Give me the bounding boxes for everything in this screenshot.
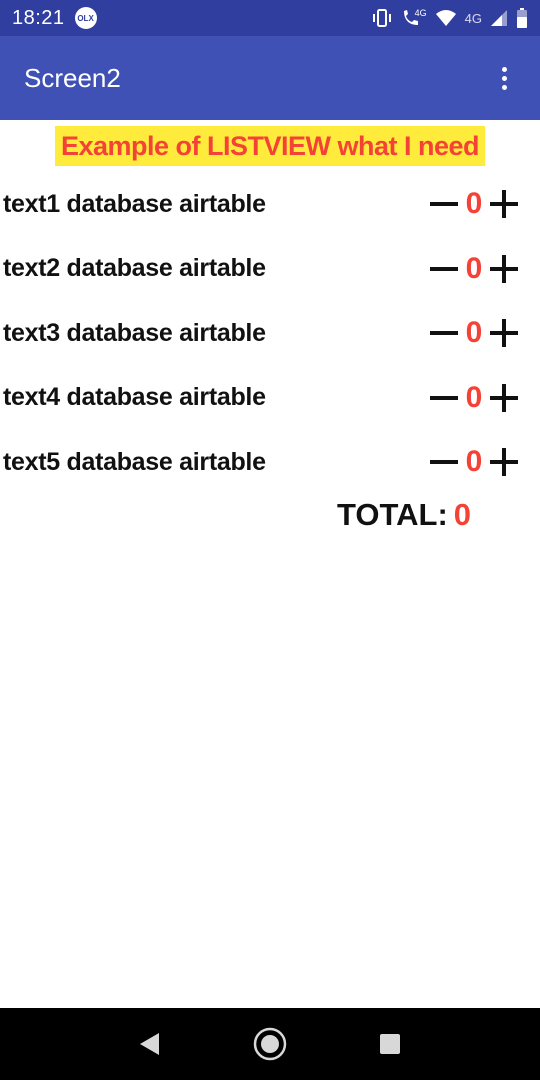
- battery-icon: [517, 8, 527, 28]
- item-label: text2 database airtable: [3, 254, 266, 283]
- minus-icon[interactable]: [426, 315, 462, 351]
- plus-icon[interactable]: [486, 315, 522, 351]
- back-icon[interactable]: [126, 1020, 174, 1068]
- list-item: text1 database airtable 0: [0, 172, 540, 237]
- item-label: text5 database airtable: [3, 447, 266, 476]
- quantity-value: 0: [465, 445, 483, 479]
- overflow-menu-icon[interactable]: [492, 58, 516, 98]
- item-label: text4 database airtable: [3, 383, 266, 412]
- quantity-value: 0: [465, 380, 483, 414]
- minus-icon[interactable]: [426, 186, 462, 222]
- app-bar: Screen2: [0, 36, 540, 120]
- total-label: TOTAL:: [337, 496, 448, 532]
- status-icons: 4G 4G: [371, 8, 528, 28]
- status-bar: 18:21 OLX 4G 4G: [0, 0, 540, 36]
- total-row: TOTAL: 0: [0, 489, 540, 541]
- app-title: Screen2: [24, 62, 121, 93]
- item-list: text1 database airtable 0 text2 database…: [0, 172, 540, 495]
- minus-icon[interactable]: [426, 251, 462, 287]
- plus-icon[interactable]: [486, 251, 522, 287]
- network-type-label: 4G: [464, 10, 482, 26]
- wifi-icon: [435, 10, 456, 26]
- list-item: text3 database airtable 0: [0, 301, 540, 366]
- list-item: text2 database airtable 0: [0, 237, 540, 302]
- quantity-stepper: 0: [426, 315, 522, 351]
- total-value: 0: [453, 496, 472, 532]
- quantity-value: 0: [465, 251, 483, 285]
- status-time: 18:21: [12, 6, 65, 29]
- plus-icon[interactable]: [486, 186, 522, 222]
- plus-icon[interactable]: [486, 380, 522, 416]
- navigation-bar: [0, 1008, 540, 1080]
- list-item: text4 database airtable 0: [0, 366, 540, 431]
- plus-icon[interactable]: [486, 444, 522, 480]
- heading-label: Example of LISTVIEW what I need: [54, 126, 486, 166]
- quantity-stepper: 0: [426, 186, 522, 222]
- item-label: text3 database airtable: [3, 318, 266, 347]
- olx-icon: OLX: [74, 7, 97, 29]
- home-icon[interactable]: [246, 1020, 294, 1068]
- signal-icon: [491, 10, 507, 26]
- recents-icon[interactable]: [366, 1020, 414, 1068]
- quantity-stepper: 0: [426, 380, 522, 416]
- quantity-stepper: 0: [426, 444, 522, 480]
- heading-wrapper: Example of LISTVIEW what I need: [0, 126, 540, 166]
- network-label: 4G: [414, 8, 427, 18]
- main-content: Example of LISTVIEW what I need text1 da…: [0, 120, 540, 541]
- list-item: text5 database airtable 0: [0, 430, 540, 495]
- item-label: text1 database airtable: [3, 189, 266, 218]
- minus-icon[interactable]: [426, 444, 462, 480]
- vibrate-icon: [372, 9, 391, 27]
- wifi-call-icon: 4G: [401, 8, 427, 27]
- quantity-value: 0: [465, 316, 483, 350]
- minus-icon[interactable]: [426, 380, 462, 416]
- quantity-stepper: 0: [426, 251, 522, 287]
- quantity-value: 0: [465, 187, 483, 221]
